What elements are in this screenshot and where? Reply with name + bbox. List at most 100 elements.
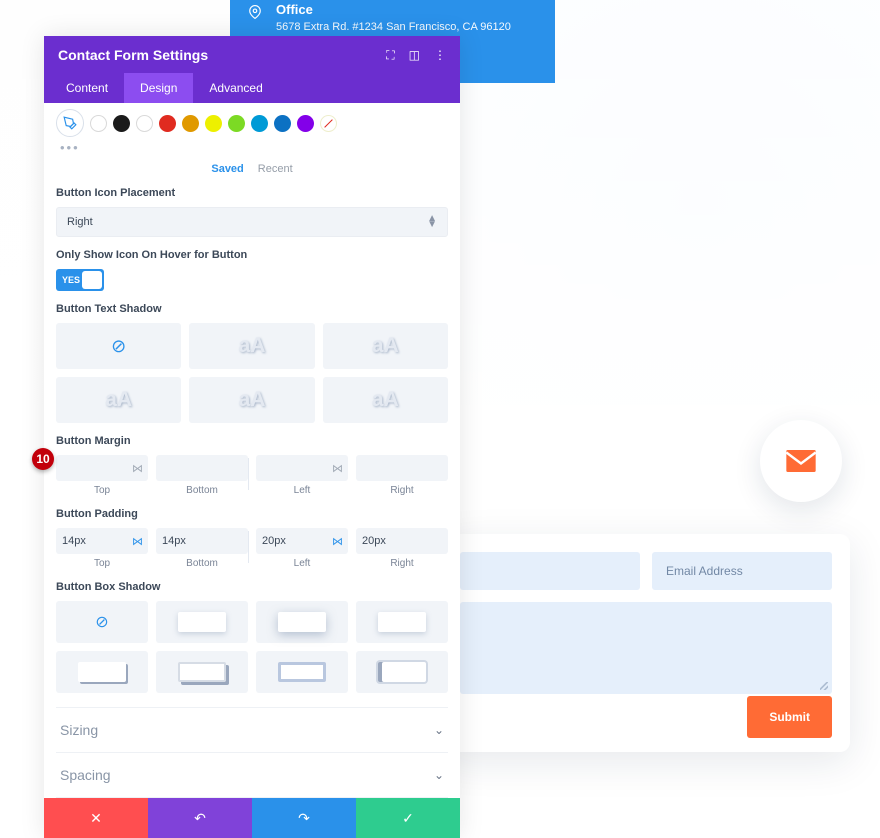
link-icon[interactable]: ⋈ — [332, 462, 343, 475]
toggle-only-hover[interactable]: YES — [56, 269, 104, 291]
box-shadow-6[interactable] — [256, 651, 348, 693]
eyedropper-icon[interactable] — [56, 109, 84, 137]
swatch-black[interactable] — [113, 115, 130, 132]
label-only-hover: Only Show Icon On Hover for Button — [56, 249, 448, 261]
lab-top: Top — [56, 485, 148, 496]
separator — [248, 458, 249, 490]
modal-header[interactable]: Contact Form Settings ⛶ ◫ ⋮ — [44, 36, 460, 73]
label-button-padding: Button Padding — [56, 508, 448, 520]
color-palette-row — [56, 109, 448, 137]
redo-button[interactable]: ↷ — [252, 798, 356, 838]
accordion-label: Sizing — [60, 722, 98, 738]
email-fab[interactable] — [760, 420, 842, 502]
toggle-value: YES — [62, 275, 80, 285]
swatch-blue[interactable] — [274, 115, 291, 132]
box-shadow-1[interactable] — [156, 601, 248, 643]
label-text-shadow: Button Text Shadow — [56, 303, 448, 315]
message-field[interactable] — [460, 602, 832, 694]
toggle-knob — [82, 271, 102, 289]
cancel-button[interactable]: ✕ — [44, 798, 148, 838]
lab-left: Left — [256, 485, 348, 496]
text-shadow-opt-5[interactable]: aA — [323, 377, 448, 423]
chevron-down-icon: ⌄ — [434, 768, 444, 782]
office-address: 5678 Extra Rd. #1234 San Francisco, CA 9… — [276, 21, 511, 33]
box-shadow-5[interactable] — [156, 651, 248, 693]
submit-button[interactable]: Submit — [747, 696, 832, 738]
swatch-red[interactable] — [159, 115, 176, 132]
text-shadow-opt-4[interactable]: aA — [189, 377, 314, 423]
lab-left: Left — [256, 558, 348, 569]
tab-row: Content Design Advanced — [44, 73, 460, 103]
swatch-green[interactable] — [228, 115, 245, 132]
padding-right-input[interactable]: 20px — [356, 528, 448, 554]
lab-right: Right — [356, 485, 448, 496]
label-button-margin: Button Margin — [56, 435, 448, 447]
accordion-spacing[interactable]: Spacing ⌄ — [56, 752, 448, 798]
padding-inputs: 14px⋈ 14px 20px⋈ 20px — [56, 528, 448, 554]
more-dots-icon[interactable]: ••• — [60, 140, 448, 155]
label-icon-placement: Button Icon Placement — [56, 187, 448, 199]
box-shadow-2[interactable] — [256, 601, 348, 643]
resize-handle-icon[interactable] — [820, 682, 828, 690]
office-title: Office — [276, 2, 511, 17]
lab-bottom: Bottom — [156, 485, 248, 496]
margin-right-input[interactable] — [356, 455, 448, 481]
padding-bottom-input[interactable]: 14px — [156, 528, 248, 554]
text-shadow-opt-2[interactable]: aA — [323, 323, 448, 369]
padding-top-input[interactable]: 14px⋈ — [56, 528, 148, 554]
modal-footer: ✕ ↶ ↷ ✓ — [44, 798, 460, 838]
box-shadow-7[interactable] — [356, 651, 448, 693]
text-shadow-opt-3[interactable]: aA — [56, 377, 181, 423]
saved-recent-row: Saved Recent — [56, 163, 448, 175]
modal-body: ••• Saved Recent Button Icon Placement R… — [44, 103, 460, 798]
lab-top: Top — [56, 558, 148, 569]
link-icon[interactable]: ⋈ — [332, 535, 343, 548]
panel-icon[interactable]: ◫ — [409, 48, 420, 62]
box-shadow-grid: ⊘ — [56, 601, 448, 693]
box-shadow-3[interactable] — [356, 601, 448, 643]
undo-button[interactable]: ↶ — [148, 798, 252, 838]
none-icon: ⊘ — [95, 612, 108, 632]
modal-title: Contact Form Settings — [58, 47, 208, 63]
text-shadow-opt-1[interactable]: aA — [189, 323, 314, 369]
name-field[interactable] — [460, 552, 640, 590]
swatch-purple[interactable] — [297, 115, 314, 132]
label-box-shadow: Button Box Shadow — [56, 581, 448, 593]
select-icon-placement[interactable]: Right ▲▼ — [56, 207, 448, 237]
expand-icon[interactable]: ⛶ — [386, 48, 394, 63]
margin-bottom-input[interactable] — [156, 455, 248, 481]
swatch-orange[interactable] — [182, 115, 199, 132]
settings-modal: Contact Form Settings ⛶ ◫ ⋮ Content Desi… — [44, 36, 460, 838]
box-shadow-none[interactable]: ⊘ — [56, 601, 148, 643]
margin-left-input[interactable]: ⋈ — [256, 455, 348, 481]
text-shadow-none[interactable]: ⊘ — [56, 323, 181, 369]
link-icon[interactable]: ⋈ — [132, 462, 143, 475]
tab-design[interactable]: Design — [124, 73, 193, 103]
chevron-down-icon: ⌄ — [434, 723, 444, 737]
none-icon: ⊘ — [111, 336, 126, 357]
email-field[interactable]: Email Address — [652, 552, 832, 590]
tab-content[interactable]: Content — [50, 73, 124, 103]
accordion-label: Spacing — [60, 767, 111, 783]
link-icon[interactable]: ⋈ — [132, 535, 143, 548]
saved-tab[interactable]: Saved — [211, 163, 243, 175]
accordion-sizing[interactable]: Sizing ⌄ — [56, 707, 448, 752]
box-shadow-4[interactable] — [56, 651, 148, 693]
tab-advanced[interactable]: Advanced — [193, 73, 278, 103]
text-shadow-grid: ⊘ aA aA aA aA aA — [56, 323, 448, 423]
more-icon[interactable]: ⋮ — [434, 48, 446, 62]
swatch-white[interactable] — [90, 115, 107, 132]
save-button[interactable]: ✓ — [356, 798, 460, 838]
select-value: Right — [67, 216, 93, 228]
separator — [248, 531, 249, 563]
swatch-teal[interactable] — [251, 115, 268, 132]
swatch-yellow[interactable] — [205, 115, 222, 132]
lab-bottom: Bottom — [156, 558, 248, 569]
select-arrows-icon: ▲▼ — [427, 216, 437, 228]
margin-top-input[interactable]: ⋈ — [56, 455, 148, 481]
swatch-none[interactable] — [320, 115, 337, 132]
step-marker-10: 10 — [32, 448, 54, 470]
padding-left-input[interactable]: 20px⋈ — [256, 528, 348, 554]
recent-tab[interactable]: Recent — [258, 163, 293, 175]
swatch-blank[interactable] — [136, 115, 153, 132]
